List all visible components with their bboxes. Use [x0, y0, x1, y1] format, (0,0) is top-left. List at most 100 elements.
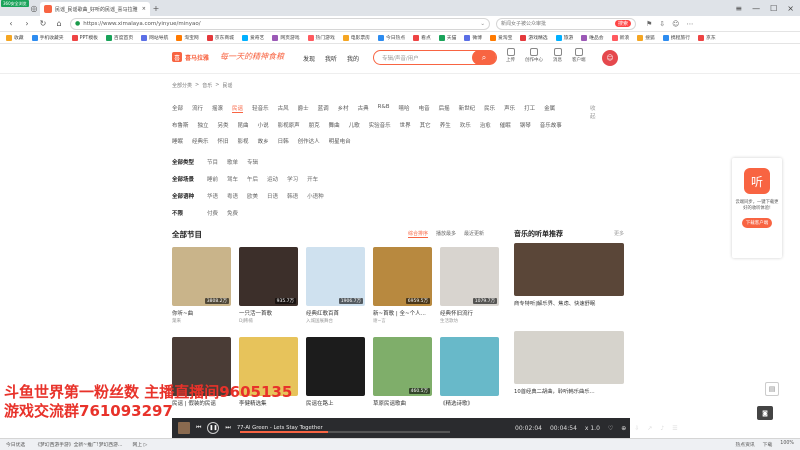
breadcrumb-item[interactable]: 民谣 — [222, 82, 232, 89]
album-card[interactable]: 民谣在路上 — [306, 337, 365, 407]
bookmark-item[interactable]: 网页游戏 — [272, 34, 300, 41]
category-tag[interactable]: 声乐 — [504, 104, 515, 113]
filter-option[interactable]: 午后 — [247, 175, 258, 183]
browser-tab[interactable]: 民谣_民谣歌曲_好听的民谣_喜马拉雅 × — [40, 2, 150, 16]
browser-search-button[interactable]: 搜索 — [614, 20, 631, 27]
site-search-icon[interactable]: ⌕ — [472, 50, 496, 65]
filter-option[interactable]: 睡前 — [207, 175, 218, 183]
sort-tab-recent[interactable]: 最近更新 — [464, 230, 484, 238]
chat-icon[interactable]: ◙ — [757, 406, 773, 420]
nav-mine[interactable]: 我的 — [347, 54, 359, 63]
category-tag[interactable]: 世界 — [400, 121, 411, 129]
address-bar[interactable]: ● https://www.ximalaya.com/yinyue/minyao… — [70, 17, 490, 30]
upload-button[interactable]: 上传 — [506, 48, 515, 63]
nav-discover[interactable]: 发现 — [303, 54, 315, 63]
album-card[interactable]: 1079.7万 经典怀旧流行 生活歌坊 — [440, 247, 499, 324]
category-tag[interactable]: 其它 — [420, 121, 431, 129]
bookmark-item[interactable]: 游戏精选 — [520, 34, 548, 41]
download-track-icon[interactable]: ⇩ — [634, 425, 639, 432]
back-icon[interactable]: ‹ — [6, 19, 16, 28]
site-search-input[interactable]: 专辑/声音/用户 — [374, 54, 419, 62]
filter-label[interactable]: 全部类型 — [172, 158, 198, 166]
category-tag[interactable]: 昆曲 — [238, 121, 249, 129]
extension-icon[interactable]: ⚑ — [646, 20, 652, 28]
bookmark-item[interactable]: 百度首页 — [105, 34, 133, 41]
category-tag[interactable]: 古风 — [278, 104, 289, 113]
filter-label[interactable]: 全部场景 — [172, 175, 198, 183]
category-tag[interactable]: 钢琴 — [520, 121, 531, 129]
filter-option[interactable]: 付费 — [207, 209, 218, 217]
browser-search-box[interactable]: 新闻女子被公众审批 搜索 — [496, 17, 636, 30]
filter-option[interactable]: 运动 — [267, 175, 278, 183]
creator-center-button[interactable]: 创作中心 — [525, 48, 543, 63]
collapse-link[interactable]: 收起 — [590, 104, 596, 120]
category-tag[interactable]: 朋克 — [309, 121, 320, 129]
browser-menu-icon[interactable]: ◎ — [28, 2, 40, 14]
bookmark-item[interactable]: 旅游 — [555, 34, 573, 41]
feedback-icon[interactable]: ▤ — [765, 382, 779, 396]
category-tag[interactable]: 影视 — [238, 137, 249, 145]
category-tag[interactable]: R&B — [378, 104, 390, 113]
site-search[interactable]: 专辑/声音/用户 ⌕ — [373, 50, 497, 65]
download-icon[interactable]: ⇩ — [659, 20, 665, 28]
bookmark-item[interactable]: 京东 — [698, 34, 716, 41]
category-tag[interactable]: 经典乐 — [192, 137, 209, 145]
category-tag[interactable]: 实验音乐 — [369, 121, 391, 129]
filter-option[interactable]: 驾车 — [227, 175, 238, 183]
tab-close-icon[interactable]: × — [142, 6, 146, 12]
filter-option[interactable]: 日语 — [267, 192, 278, 200]
category-tag[interactable]: 治愈 — [480, 121, 491, 129]
address-dropdown-icon[interactable]: ⌄ — [480, 21, 485, 27]
category-tag[interactable]: 流行 — [192, 104, 203, 113]
album-card[interactable]: 3808.2万 你听~曲 葉来 — [172, 247, 231, 324]
filter-option[interactable]: 免费 — [227, 209, 238, 217]
filter-option[interactable]: 歌单 — [227, 158, 238, 166]
add-playlist-icon[interactable]: ⊕ — [621, 425, 626, 432]
status-item[interactable]: 今日优选 — [6, 441, 25, 448]
bookmark-item[interactable]: 今日热点 — [377, 34, 405, 41]
filter-option[interactable]: 粤语 — [227, 192, 238, 200]
bookmark-item[interactable]: 微博 — [464, 34, 482, 41]
maximize-icon[interactable]: ☐ — [770, 4, 777, 13]
status-item[interactable]: 网上 ▷ — [132, 441, 147, 448]
sort-tab-default[interactable]: 综合排序 — [408, 230, 429, 238]
category-tag[interactable]: 民乐 — [484, 104, 495, 113]
category-tag[interactable]: 民谣 — [232, 104, 244, 113]
bookmark-item[interactable]: 看点 — [413, 34, 431, 41]
bookmark-item[interactable]: 热门游戏 — [307, 34, 335, 41]
filter-label[interactable]: 全部语种 — [172, 192, 198, 200]
bookmark-item[interactable]: 搜狐 — [637, 34, 655, 41]
category-tag[interactable]: 后摇 — [439, 104, 450, 113]
home-icon[interactable]: ⌂ — [54, 19, 64, 28]
new-tab-icon[interactable]: + — [150, 2, 162, 14]
category-tag[interactable]: 全部 — [172, 104, 183, 113]
avatar[interactable]: ☺ — [602, 50, 618, 66]
messages-button[interactable]: 消息 — [553, 48, 562, 63]
category-tag[interactable]: 金属 — [544, 104, 555, 113]
category-tag[interactable]: 创作达人 — [298, 137, 320, 145]
close-window-icon[interactable]: × — [787, 4, 794, 13]
album-card[interactable]: 6959.5万 新~首歌 | 全~个人... 谢~言 — [373, 247, 432, 324]
download-client-button[interactable]: 下载客户端 — [741, 218, 773, 228]
category-tag[interactable]: 轻音乐 — [252, 104, 269, 113]
bookmark-item[interactable]: 爱淘宝 — [489, 34, 512, 41]
bookmark-item[interactable]: 唯品会 — [581, 34, 604, 41]
bookmark-item[interactable]: 京东商城 — [206, 34, 234, 41]
bookmark-item[interactable]: 网站导航 — [141, 34, 168, 41]
album-card[interactable]: 《精选诗歌》 — [440, 337, 499, 407]
menu-icon[interactable]: ≡ — [735, 4, 742, 13]
recommend-more-link[interactable]: 更多 — [614, 230, 624, 237]
filter-option[interactable]: 韩语 — [287, 192, 298, 200]
category-tag[interactable]: 蓝调 — [318, 104, 329, 113]
filter-option[interactable]: 学习 — [287, 175, 298, 183]
category-tag[interactable]: 另类 — [218, 121, 229, 129]
bookmark-item[interactable]: 新浪 — [611, 34, 629, 41]
reload-icon[interactable]: ↻ — [38, 19, 48, 28]
category-tag[interactable]: 音乐故事 — [540, 121, 562, 129]
status-zoom[interactable]: 100% — [780, 441, 794, 448]
progress-bar[interactable] — [240, 431, 450, 433]
status-item[interactable]: 《梦幻西游手游》全新~推广!梦幻西游... — [35, 441, 122, 448]
client-button[interactable]: 客户端 — [572, 48, 586, 63]
filter-option[interactable]: 小语种 — [307, 192, 324, 200]
album-card[interactable]: 935.7万 一只活一首歌 DJ韩楠 — [239, 247, 298, 324]
